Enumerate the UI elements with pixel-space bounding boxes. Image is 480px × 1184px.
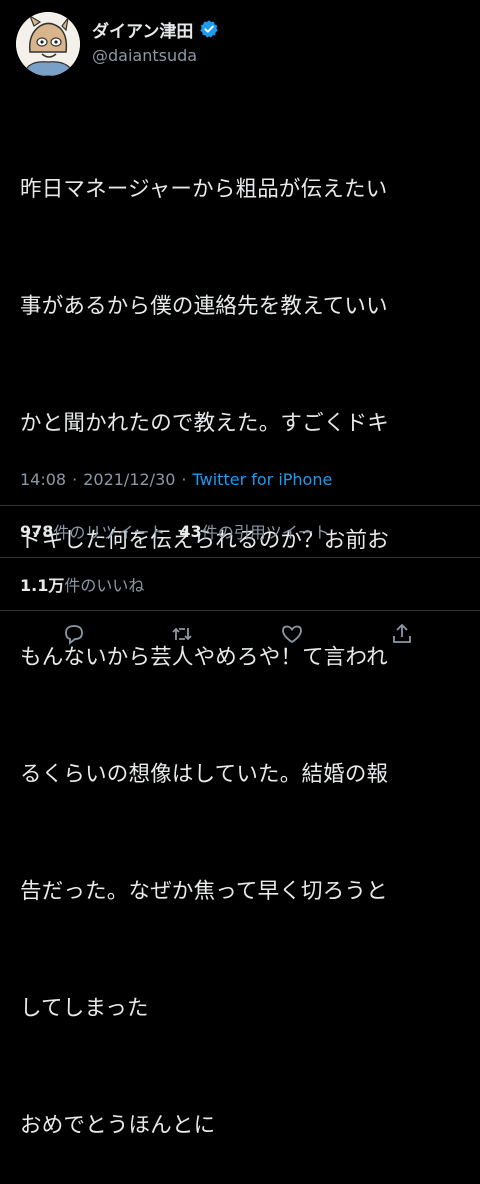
tweet-time[interactable]: 14:08 (20, 470, 66, 489)
tweet-date[interactable]: 2021/12/30 (83, 470, 175, 489)
tweet-actions (0, 622, 480, 652)
cartoon-avatar-icon (16, 12, 80, 76)
like-icon (282, 625, 302, 644)
tweet-line: るくらいの想像はしていた。結婚の報 (20, 762, 389, 787)
reply-button[interactable] (62, 622, 90, 646)
like-button[interactable] (280, 622, 308, 646)
tweet-line: 事があるから僕の連絡先を教えていい (20, 294, 388, 319)
share-button[interactable] (390, 622, 418, 646)
display-name-row: ダイアン津田 (92, 16, 219, 42)
user-info: ダイアン津田 @daiantsuda (92, 16, 219, 65)
divider (0, 610, 480, 611)
retweet-icon (172, 627, 192, 641)
quotes-label[interactable]: 件の引用ツイート (202, 519, 330, 543)
retweet-button[interactable] (170, 622, 198, 646)
tweet-header: ダイアン津田 @daiantsuda (16, 12, 464, 76)
meta-separator: · (181, 470, 187, 489)
quotes-count[interactable]: 43 (179, 522, 201, 541)
verified-badge-icon (200, 20, 219, 38)
tweet-meta: 14:08 · 2021/12/30 · Twitter for iPhone (20, 470, 332, 489)
tweet-line: おめでとうほんとに (20, 1113, 216, 1138)
retweet-stats: 978 件のリツイート 43 件の引用ツイート (20, 519, 330, 543)
avatar[interactable] (16, 12, 80, 76)
divider (0, 557, 480, 558)
divider (0, 505, 480, 506)
tweet-line: かと聞かれたので教えた。すごくドキ (20, 411, 389, 436)
meta-separator: · (72, 470, 78, 489)
user-handle[interactable]: @daiantsuda (92, 46, 219, 65)
likes-label[interactable]: 件のいいね (64, 572, 144, 596)
retweets-count[interactable]: 978 (20, 522, 53, 541)
reply-icon (65, 625, 83, 645)
retweets-label[interactable]: 件のリツイート (53, 519, 165, 543)
tweet-source-link[interactable]: Twitter for iPhone (193, 470, 333, 489)
tweet-line: 昨日マネージャーから粗品が伝えたい (20, 177, 388, 202)
display-name[interactable]: ダイアン津田 (92, 17, 193, 42)
share-icon (393, 623, 411, 643)
tweet-line: 告だった。なぜか焦って早く切ろうと (20, 879, 388, 904)
likes-count[interactable]: 1.1万 (20, 572, 64, 596)
tweet-line: してしまった (20, 996, 149, 1021)
like-stats: 1.1万 件のいいね (20, 572, 144, 596)
